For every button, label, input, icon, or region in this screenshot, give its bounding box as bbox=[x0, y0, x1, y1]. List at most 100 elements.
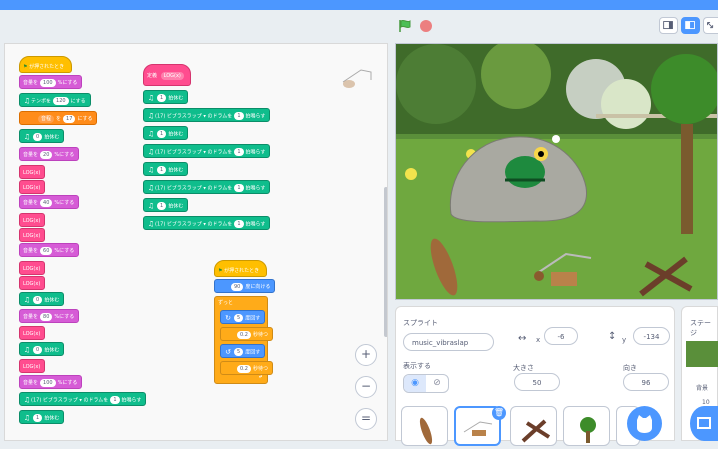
play-drum-block[interactable]: ♫(17) ビブラスラップ ▾ のドラムを 1 拍鳴らす bbox=[143, 144, 271, 158]
normal-stage-button[interactable] bbox=[681, 17, 700, 34]
set-volume-block[interactable]: 音量を 100 %にする bbox=[19, 75, 83, 89]
volume-input[interactable]: 60 bbox=[40, 246, 53, 255]
custom-block-call[interactable]: LOG(x) bbox=[19, 228, 46, 242]
play-drum-block[interactable]: ♫(17) ビブラスラップ ▾ のドラムを 1 拍鳴らす bbox=[143, 108, 271, 122]
beats-input[interactable]: 1 bbox=[157, 94, 167, 102]
effect-value-input[interactable]: 17 bbox=[63, 114, 76, 123]
zoom-reset-button[interactable]: = bbox=[355, 408, 377, 430]
block-text: が押されたとき bbox=[224, 268, 260, 274]
volume-input[interactable]: 100 bbox=[40, 78, 56, 87]
beats-input[interactable]: 0 bbox=[33, 296, 43, 304]
custom-block-call[interactable]: LOG(x) bbox=[19, 213, 46, 227]
custom-block-call[interactable]: LOG(x) bbox=[19, 261, 46, 275]
set-volume-block[interactable]: 音量を 80 %にする bbox=[19, 309, 80, 323]
set-volume-block[interactable]: 音量を 60 %にする bbox=[19, 243, 80, 257]
effect-dropdown[interactable]: 音程 bbox=[38, 114, 55, 123]
rest-block[interactable]: ♫ 0 拍休む bbox=[19, 129, 65, 143]
direction-field[interactable]: 96 bbox=[623, 373, 669, 391]
beats-input[interactable]: 1 bbox=[234, 220, 244, 228]
wait-block[interactable]: 0.2 秒待つ bbox=[220, 327, 273, 341]
set-volume-block[interactable]: 音量を 20 %にする bbox=[19, 147, 80, 161]
volume-input[interactable]: 20 bbox=[40, 150, 53, 159]
volume-input[interactable]: 40 bbox=[40, 198, 53, 207]
size-field[interactable]: 50 bbox=[514, 373, 560, 391]
backdrop-paint-button[interactable] bbox=[690, 406, 718, 441]
tempo-input[interactable]: 120 bbox=[53, 97, 69, 105]
point-in-direction-block[interactable]: 90 度に向ける bbox=[214, 279, 276, 293]
define-block[interactable]: 定義 LOG(x) bbox=[143, 64, 191, 86]
rest-block[interactable]: ♫ 0 拍休む bbox=[19, 342, 65, 356]
volume-input[interactable]: 80 bbox=[40, 312, 53, 321]
rest-block[interactable]: ♫ 1 拍休む bbox=[143, 126, 189, 140]
beats-input[interactable]: 1 bbox=[157, 166, 167, 174]
custom-block-call[interactable]: LOG(x) bbox=[19, 276, 46, 290]
zoom-out-button[interactable]: − bbox=[355, 376, 377, 398]
beats-input[interactable]: 1 bbox=[234, 184, 244, 192]
seconds-input[interactable]: 0.2 bbox=[237, 330, 251, 339]
sprite-name-field[interactable]: music_vibraslap bbox=[403, 333, 494, 351]
x-field[interactable]: -6 bbox=[544, 327, 578, 345]
when-flag-clicked-block[interactable]: ⚑ が押されたとき bbox=[214, 260, 267, 277]
custom-block-call[interactable]: LOG(x) bbox=[19, 180, 46, 194]
sprite-tile-tree[interactable] bbox=[563, 406, 610, 446]
code-workspace[interactable]: ⚑ が押されたとき 音量を 100 %にする ♫テンポを 120 にする 音程を 17 にす… bbox=[4, 43, 388, 441]
block-text: 拍鳴らす bbox=[121, 397, 142, 404]
sprite-tile-claves[interactable] bbox=[510, 406, 557, 446]
beats-input[interactable]: 1 bbox=[234, 112, 244, 120]
degrees-input[interactable]: 5 bbox=[234, 314, 244, 322]
play-drum-block[interactable]: ♫(17) ビブラスラップ ▾ のドラムを 1 拍鳴らす bbox=[143, 216, 271, 230]
tree-icon bbox=[580, 417, 596, 443]
custom-block-call[interactable]: LOG(x) bbox=[19, 326, 46, 340]
small-stage-button[interactable] bbox=[659, 17, 678, 34]
play-drum-block[interactable]: ♫(17) ビブラスラップ ▾ のドラムを 1 拍鳴らす bbox=[19, 392, 147, 406]
volume-input[interactable]: 100 bbox=[40, 378, 56, 387]
custom-block-call[interactable]: LOG(x) bbox=[19, 359, 46, 373]
stage-canvas[interactable] bbox=[395, 43, 718, 300]
rest-block[interactable]: ♫ 1 拍休む bbox=[143, 90, 189, 104]
delete-sprite-button[interactable]: 🗑 bbox=[492, 406, 506, 420]
block-text: 拍休む bbox=[44, 415, 60, 422]
custom-block-call[interactable]: LOG(x) bbox=[19, 165, 46, 179]
drum-dropdown[interactable]: (17) ビブラスラップ ▾ bbox=[155, 222, 206, 228]
hidden-eye-icon[interactable]: ⊘ bbox=[426, 375, 448, 392]
beats-input[interactable]: 1 bbox=[157, 202, 167, 210]
drum-dropdown[interactable]: (17) ビブラスラップ ▾ bbox=[155, 150, 206, 156]
size-label: 大きさ bbox=[513, 364, 534, 372]
backdrop-thumbnail[interactable] bbox=[686, 341, 718, 367]
beats-input[interactable]: 0 bbox=[33, 346, 43, 354]
zoom-in-button[interactable]: + bbox=[355, 344, 377, 366]
turn-left-block[interactable]: ↺ 5 度回す bbox=[220, 344, 266, 358]
set-volume-block[interactable]: 音量を 40 %にする bbox=[19, 195, 80, 209]
set-tempo-block[interactable]: ♫テンポを 120 にする bbox=[19, 93, 91, 107]
green-flag-icon[interactable] bbox=[398, 19, 412, 33]
beats-input[interactable]: 1 bbox=[110, 396, 120, 404]
set-volume-block[interactable]: 音量を 100 %にする bbox=[19, 375, 83, 389]
sprite-label: スプライト bbox=[403, 319, 438, 327]
rest-block[interactable]: ♫ 0 拍休む bbox=[19, 292, 65, 306]
beats-input[interactable]: 0 bbox=[33, 133, 43, 141]
drum-dropdown[interactable]: (17) ビブラスラップ ▾ bbox=[155, 186, 206, 192]
set-effect-block[interactable]: 音程を 17 にする bbox=[19, 111, 98, 125]
play-drum-block[interactable]: ♫(17) ビブラスラップ ▾ のドラムを 1 拍鳴らす bbox=[143, 180, 271, 194]
direction-input[interactable]: 90 bbox=[231, 282, 244, 291]
visible-eye-icon[interactable]: ◉ bbox=[404, 375, 426, 392]
when-flag-clicked-block[interactable]: ⚑ が押されたとき bbox=[19, 56, 72, 73]
rest-block[interactable]: ♫ 1 拍休む bbox=[143, 162, 189, 176]
wait-block[interactable]: 0.2 秒待つ bbox=[220, 361, 273, 375]
rest-block[interactable]: ♫ 1 拍休む bbox=[19, 410, 65, 424]
workspace-scrollbar[interactable] bbox=[384, 187, 387, 337]
sprite-tile-guiro[interactable] bbox=[401, 406, 448, 446]
beats-input[interactable]: 1 bbox=[157, 130, 167, 138]
drum-dropdown[interactable]: (17) ビブラスラップ ▾ bbox=[155, 114, 206, 120]
y-field[interactable]: -134 bbox=[633, 327, 670, 345]
stop-icon[interactable] bbox=[420, 20, 432, 32]
choose-sprite-button[interactable] bbox=[627, 406, 662, 441]
rest-block[interactable]: ♫ 1 拍休む bbox=[143, 198, 189, 212]
seconds-input[interactable]: 0.2 bbox=[237, 364, 251, 373]
fullscreen-button[interactable] bbox=[703, 17, 718, 34]
beats-input[interactable]: 1 bbox=[234, 148, 244, 156]
turn-right-block[interactable]: ↻ 5 度回す bbox=[220, 310, 266, 324]
degrees-input[interactable]: 5 bbox=[234, 348, 244, 356]
beats-input[interactable]: 1 bbox=[33, 414, 43, 422]
drum-dropdown[interactable]: (17) ビブラスラップ ▾ bbox=[31, 398, 82, 404]
